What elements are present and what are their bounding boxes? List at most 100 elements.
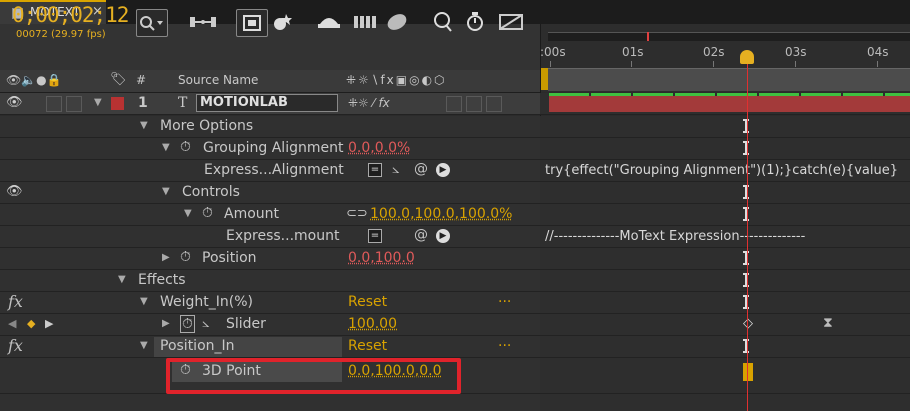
expression-enable-icon[interactable]: = [368,229,382,243]
layer-duration-bar[interactable] [549,95,910,112]
expand-triangle-icon[interactable]: ▼ [140,340,148,351]
timeline-row: //--------------MoText Expression-------… [540,226,910,248]
frame-count-display: 00072 (29.97 fps) [16,29,106,40]
av-features-icon[interactable]: 👁🔈●🔒 [6,73,62,87]
pick-whip-icon[interactable]: @ [414,161,428,177]
expression-label: Express...Alignment [204,162,344,178]
ruler-tick [877,61,878,67]
source-name-header[interactable]: Source Name [178,73,258,87]
timeline-row [540,358,910,394]
ruler-tick [631,61,632,67]
property-group-row[interactable]: 👁 ▼ Controls [0,182,540,204]
time-navigator-bar[interactable] [548,32,910,41]
property-group-row[interactable]: ▼ More Options [0,116,540,138]
expression-row[interactable]: Express...mount = @ ▶ [0,226,540,248]
current-time-indicator-line [747,62,748,411]
timeline-row [540,204,910,226]
layer-name-field[interactable]: MOTIONLAB [196,94,338,112]
expression-text[interactable]: try{effect("Grouping Alignment")(1);}cat… [545,163,898,178]
lock-switch[interactable] [66,96,82,112]
comp-flowchart-icon[interactable] [496,9,526,35]
shy-layers-icon[interactable] [268,9,298,35]
audio-switch[interactable] [46,96,62,112]
graph-icon[interactable]: ⦣ [202,316,209,331]
keyframe-selected-marker[interactable] [743,363,753,381]
next-keyframe-icon[interactable]: ▶ [45,317,53,330]
stopwatch-icon[interactable]: ⏱ [180,249,191,265]
current-time-display[interactable]: 0;00;02;12 [12,3,129,27]
effect-row[interactable]: fx ▼ Position_In Reset ... [0,334,540,358]
frame-blending-icon[interactable] [314,9,344,35]
ruler-label: 03s [785,45,807,59]
current-time-indicator-handle[interactable] [740,50,754,64]
text-layer-icon: T [178,95,188,111]
graph-icon[interactable]: ⦣ [392,162,399,177]
pick-whip-icon[interactable]: @ [414,227,428,243]
switch-box[interactable] [446,96,462,112]
expand-triangle-icon[interactable]: ▼ [184,208,192,219]
property-row[interactable]: ▼ ⏱ Amount ⊂⊃ 100.0,100.0,100.0% [0,204,540,226]
stopwatch-icon[interactable]: ⏱ [180,139,191,155]
stopwatch-icon[interactable] [460,9,490,35]
prev-keyframe-icon[interactable]: ◀ [8,317,16,330]
expression-text[interactable]: //--------------MoText Expression-------… [545,229,805,244]
reset-link[interactable]: Reset [348,294,387,310]
switch-box[interactable] [486,96,502,112]
collapse-triangle-icon[interactable]: ▶ [162,252,170,263]
amount-value[interactable]: 100.0,100.0,100.0% [370,206,512,222]
expand-triangle-icon[interactable]: ▼ [140,120,148,131]
expand-triangle-icon[interactable]: ▼ [140,296,148,307]
expression-enable-icon[interactable]: = [368,163,382,177]
collapse-triangle-icon[interactable]: ▶ [162,318,170,329]
effect-options-link[interactable]: ... [498,290,511,306]
graph-editor-icon[interactable] [428,9,458,35]
grouping-alignment-value[interactable]: 0.0,0.0% [348,140,410,156]
ruler-tick [795,61,796,67]
navigator-marker [647,32,649,41]
expression-language-menu-icon[interactable]: ▶ [436,163,450,177]
grouping-alignment-label: Grouping Alignment [203,140,344,156]
property-group-row[interactable]: ▼ Effects [0,270,540,292]
timeline-row: ◇ ⧗ [540,314,910,336]
expand-triangle-icon[interactable]: ▼ [162,186,170,197]
property-row[interactable]: ▶ ⏱ Position 0.0,100.0 [0,248,540,270]
keyframe-diamond[interactable]: ◇ [743,316,753,331]
ruler-label: 02s [703,45,725,59]
draft-3d-icon[interactable] [236,9,268,37]
search-icon[interactable] [136,9,168,37]
position-value[interactable]: 0.0,100.0 [348,250,415,266]
slider-value[interactable]: 100.00 [348,316,397,332]
work-area-start-handle[interactable] [541,68,548,90]
stopwatch-icon[interactable]: ⏱ [202,205,213,221]
compositions-flow-icon[interactable] [188,9,218,35]
brainstorm-icon[interactable] [382,9,412,35]
property-row[interactable]: ▼ ⏱ Grouping Alignment 0.0,0.0% [0,138,540,160]
effect-fx-icon[interactable]: fx [8,292,23,311]
visibility-eye-icon[interactable]: 👁 [6,184,23,199]
stopwatch-active-icon[interactable]: ⏱ [180,315,195,333]
layer-switches[interactable]: ⁜☼ ⁄ fx [348,96,390,110]
effect-row[interactable]: fx ▼ Weight_In(%) Reset ... [0,290,540,314]
cache-indicator [549,93,910,96]
layer-row[interactable]: 👁 ▼ 1 T MOTIONLAB ⁜☼ ⁄ fx [0,93,540,115]
effect-fx-icon[interactable]: fx [8,336,23,355]
expand-triangle-icon[interactable]: ▼ [94,97,102,108]
motion-blur-icon[interactable] [350,9,380,35]
expression-language-menu-icon[interactable]: ▶ [436,229,450,243]
effects-label: Effects [138,272,186,288]
effect-options-link[interactable]: ... [498,334,511,350]
expand-triangle-icon[interactable]: ▼ [162,142,170,153]
reset-link[interactable]: Reset [348,338,387,354]
expression-row[interactable]: Express...Alignment = ⦣ @ ▶ [0,160,540,182]
link-icon[interactable]: ⊂⊃ [346,206,368,221]
work-area-bar[interactable] [548,68,910,91]
switch-box[interactable] [466,96,482,112]
ruler-label: 01s [622,45,644,59]
add-keyframe-icon[interactable]: ◆ [27,317,35,330]
label-tag-icon[interactable]: 🏷 [110,72,127,87]
visibility-eye-icon[interactable]: 👁 [6,95,23,110]
property-row[interactable]: ◀ ◆ ▶ ▶ ⏱ ⦣ Slider 100.00 [0,314,540,336]
label-color-swatch[interactable] [111,97,124,110]
keyframe-hourglass[interactable]: ⧗ [823,315,833,331]
expand-triangle-icon[interactable]: ▼ [118,274,126,285]
